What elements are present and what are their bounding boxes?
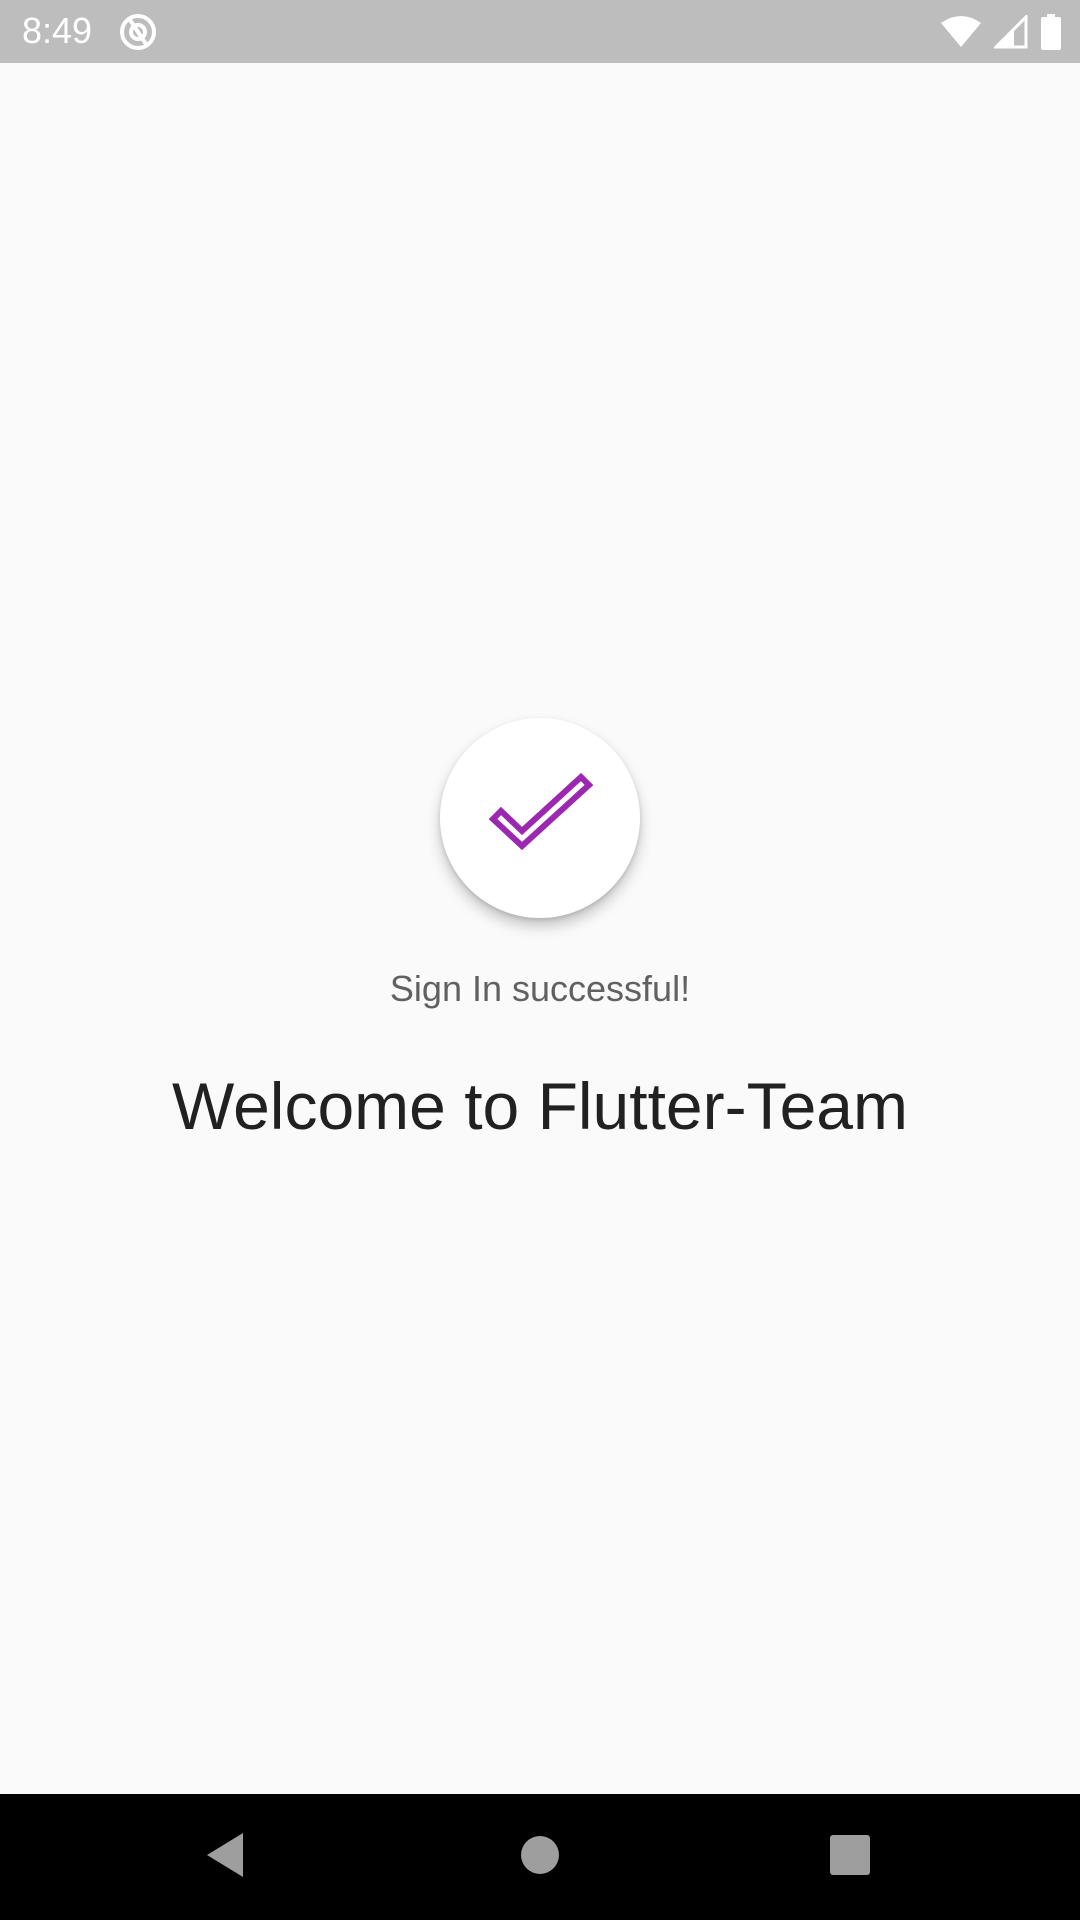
back-button[interactable] <box>195 1827 255 1887</box>
back-icon <box>203 1831 247 1884</box>
success-badge <box>440 718 640 918</box>
recents-icon <box>830 1834 870 1880</box>
status-time: 8:49 <box>22 10 93 51</box>
home-icon <box>520 1835 560 1880</box>
status-icons <box>940 12 1062 52</box>
cellular-signal-icon <box>994 15 1028 49</box>
status-bar: 8:49 <box>0 0 1080 63</box>
main-content: Sign In successful! Welcome to Flutter-T… <box>0 63 1080 1794</box>
battery-icon <box>1040 14 1062 50</box>
home-button[interactable] <box>510 1827 570 1887</box>
at-sign-circle-icon <box>118 12 158 52</box>
recents-button[interactable] <box>820 1827 880 1887</box>
wifi-icon <box>940 15 982 49</box>
navigation-bar <box>0 1794 1080 1920</box>
checkmark-icon <box>485 771 595 866</box>
screen: 8:49 Sign In successful! Welcome to Flut… <box>0 0 1080 1920</box>
welcome-heading: Welcome to Flutter-Team <box>172 1069 908 1143</box>
success-message: Sign In successful! <box>389 968 691 1009</box>
